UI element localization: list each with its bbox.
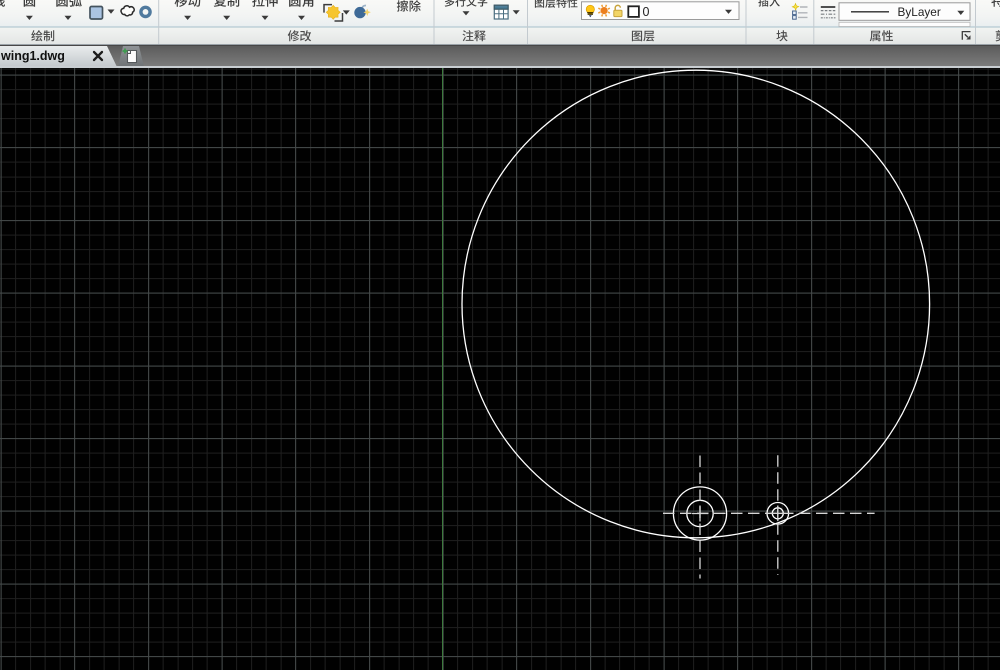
svg-text:ByLayer: ByLayer <box>898 5 941 19</box>
svg-text:0: 0 <box>643 5 650 19</box>
